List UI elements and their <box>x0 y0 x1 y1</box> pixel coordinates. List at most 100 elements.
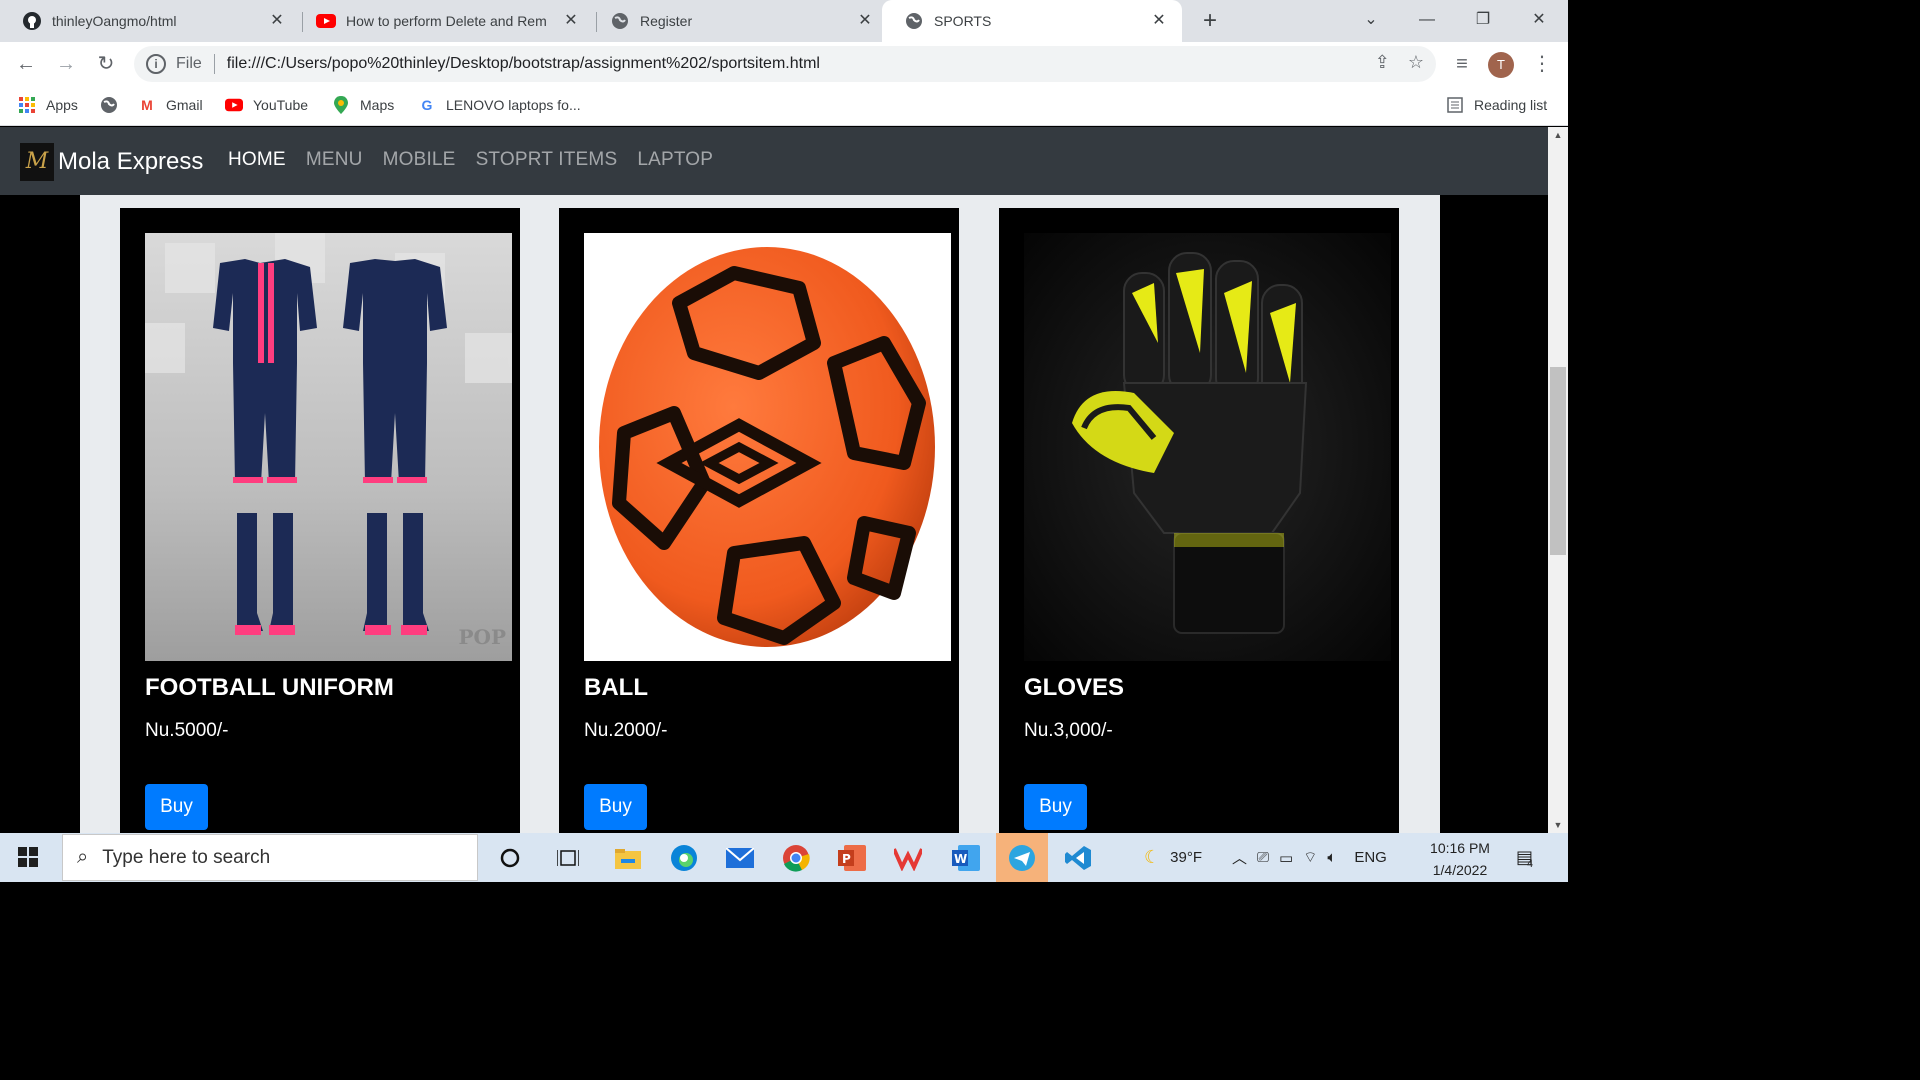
buy-button[interactable]: Buy <box>584 784 647 830</box>
system-tray: ︿ ⎚ ▭ ⌔ 🔈︎ ENG <box>1232 833 1387 882</box>
address-url[interactable]: file:///C:/Users/popo%20thinley/Desktop/… <box>227 55 820 73</box>
share-icon[interactable]: ⇪ <box>1375 52 1390 73</box>
nav-mobile[interactable]: MOBILE <box>383 149 456 171</box>
close-icon[interactable]: ✕ <box>1150 12 1168 30</box>
bookmark-gmail[interactable]: M Gmail <box>138 94 203 116</box>
weather-widget[interactable]: ☾ 39°F <box>1144 833 1202 882</box>
language-indicator[interactable]: ENG <box>1354 849 1387 866</box>
media-control-icon[interactable]: ≡ <box>1448 50 1476 78</box>
cortana-icon[interactable] <box>494 842 526 874</box>
page-viewport: M Mola Express HOME MENU MOBILE STOPRT I… <box>0 127 1548 833</box>
bookmark-label: Gmail <box>166 97 203 113</box>
nav-sport-items[interactable]: STOPRT ITEMS <box>476 149 618 171</box>
clock[interactable]: 10:16 PM 1/4/2022 <box>1420 837 1500 881</box>
page-scrollbar[interactable]: ▲ ▼ <box>1548 127 1568 833</box>
nav-home[interactable]: HOME <box>228 149 286 171</box>
avatar[interactable]: T <box>1488 52 1514 78</box>
nav-links: HOME MENU MOBILE STOPRT ITEMS LAPTOP <box>228 149 713 171</box>
taskbar-search[interactable]: ⌕ Type here to search <box>62 834 478 881</box>
telegram-icon[interactable] <box>996 833 1048 882</box>
file-explorer-icon[interactable] <box>612 842 644 874</box>
bookmark-globe[interactable] <box>100 94 128 116</box>
bookmark-label: Reading list <box>1474 97 1548 113</box>
tab-title: Register <box>640 13 693 29</box>
scroll-down-arrow[interactable]: ▼ <box>1548 817 1568 833</box>
tab-title: thinleyOangmo/html <box>52 13 177 29</box>
star-icon[interactable]: ☆ <box>1408 52 1424 73</box>
vscode-icon[interactable] <box>1062 842 1094 874</box>
bookmark-label: YouTube <box>253 97 309 113</box>
address-bar[interactable]: i File file:///C:/Users/popo%20thinley/D… <box>134 46 1436 82</box>
address-scheme: File <box>176 55 202 72</box>
windows-start-icon[interactable] <box>18 847 38 867</box>
tab-github[interactable]: thinleyOangmo/html ✕ <box>0 0 300 42</box>
brand-name: Mola Express <box>58 148 204 175</box>
wifi-icon[interactable]: ⌔ <box>1303 848 1317 867</box>
battery-icon[interactable]: ▭ <box>1279 849 1293 867</box>
google-icon: G <box>421 97 433 113</box>
word-icon[interactable]: W <box>950 842 982 874</box>
chevron-up-icon[interactable]: ︿ <box>1232 847 1247 868</box>
chrome-icon[interactable] <box>780 842 812 874</box>
close-icon[interactable]: ✕ <box>268 12 286 30</box>
back-button[interactable]: ← <box>12 50 40 78</box>
bookmark-youtube[interactable]: YouTube <box>225 94 308 116</box>
task-view-icon[interactable] <box>552 842 584 874</box>
clock-date: 1/4/2022 <box>1432 862 1488 878</box>
scroll-up-arrow[interactable]: ▲ <box>1548 127 1568 143</box>
tab-title: How to perform Delete and Rem <box>346 13 547 29</box>
new-tab-button[interactable]: + <box>1196 8 1224 36</box>
buy-button[interactable]: Buy <box>145 784 208 830</box>
brand-logo: M <box>20 143 54 181</box>
scroll-thumb[interactable] <box>1550 367 1566 555</box>
weather-temp: 39°F <box>1170 849 1202 866</box>
tab-title: SPORTS <box>934 13 992 29</box>
bookmark-maps[interactable]: Maps <box>332 94 394 116</box>
reload-button[interactable]: ↻ <box>92 50 120 78</box>
nav-menu[interactable]: MENU <box>306 149 363 171</box>
forward-button[interactable]: → <box>52 50 80 78</box>
close-icon[interactable]: ✕ <box>562 12 580 30</box>
product-card: POP FOOTBALL UNIFORM Nu.5000/- Buy <box>120 208 520 833</box>
wps-office-icon[interactable] <box>892 842 924 874</box>
bookmark-label: LENOVO laptops fo... <box>446 97 581 113</box>
menu-icon[interactable]: ⋮ <box>1528 50 1556 78</box>
nav-laptop[interactable]: LAPTOP <box>637 149 713 171</box>
buy-button[interactable]: Buy <box>1024 784 1087 830</box>
notifications-button[interactable]: ▤ 4 <box>1516 833 1533 882</box>
mail-icon[interactable] <box>724 842 756 874</box>
info-icon[interactable]: i <box>146 54 166 74</box>
restore-button[interactable]: ❐ <box>1468 6 1498 34</box>
edge-icon[interactable] <box>668 842 700 874</box>
github-icon <box>22 11 42 31</box>
bookmark-lenovo[interactable]: G LENOVO laptops fo... <box>418 94 581 116</box>
product-price: Nu.5000/- <box>145 720 229 741</box>
product-title: GLOVES <box>1024 674 1125 701</box>
tab-youtube[interactable]: How to perform Delete and Rem ✕ <box>294 0 594 42</box>
meet-icon[interactable]: ⎚ <box>1257 849 1269 866</box>
powerpoint-icon[interactable]: P <box>836 842 868 874</box>
maps-pin-icon <box>332 96 350 114</box>
bookmark-apps[interactable]: Apps <box>18 94 78 116</box>
tab-sports[interactable]: SPORTS ✕ <box>882 0 1182 42</box>
svg-text:W: W <box>954 852 967 866</box>
close-window-button[interactable]: ✕ <box>1524 6 1554 34</box>
volume-icon[interactable]: 🔈︎ <box>1327 849 1336 866</box>
search-placeholder: Type here to search <box>102 846 271 868</box>
reading-list-button[interactable]: Reading list <box>1446 94 1547 116</box>
chevron-down-icon[interactable]: ⌄ <box>1356 6 1386 34</box>
globe-icon <box>904 11 924 31</box>
close-icon[interactable]: ✕ <box>856 12 874 30</box>
youtube-icon <box>316 11 336 31</box>
search-icon: ⌕ <box>77 846 89 868</box>
bookmark-label: Apps <box>46 97 78 113</box>
brand[interactable]: M Mola Express <box>20 143 203 181</box>
reading-list-icon <box>1446 96 1464 114</box>
ball-image <box>584 233 951 661</box>
uniform-watermark: POP <box>458 625 507 649</box>
apps-grid-icon <box>18 96 36 114</box>
minimize-button[interactable]: — <box>1412 6 1442 34</box>
tab-register[interactable]: Register ✕ <box>588 0 888 42</box>
product-title: BALL <box>584 674 648 701</box>
product-container: POP FOOTBALL UNIFORM Nu.5000/- Buy BALL … <box>80 195 1440 833</box>
